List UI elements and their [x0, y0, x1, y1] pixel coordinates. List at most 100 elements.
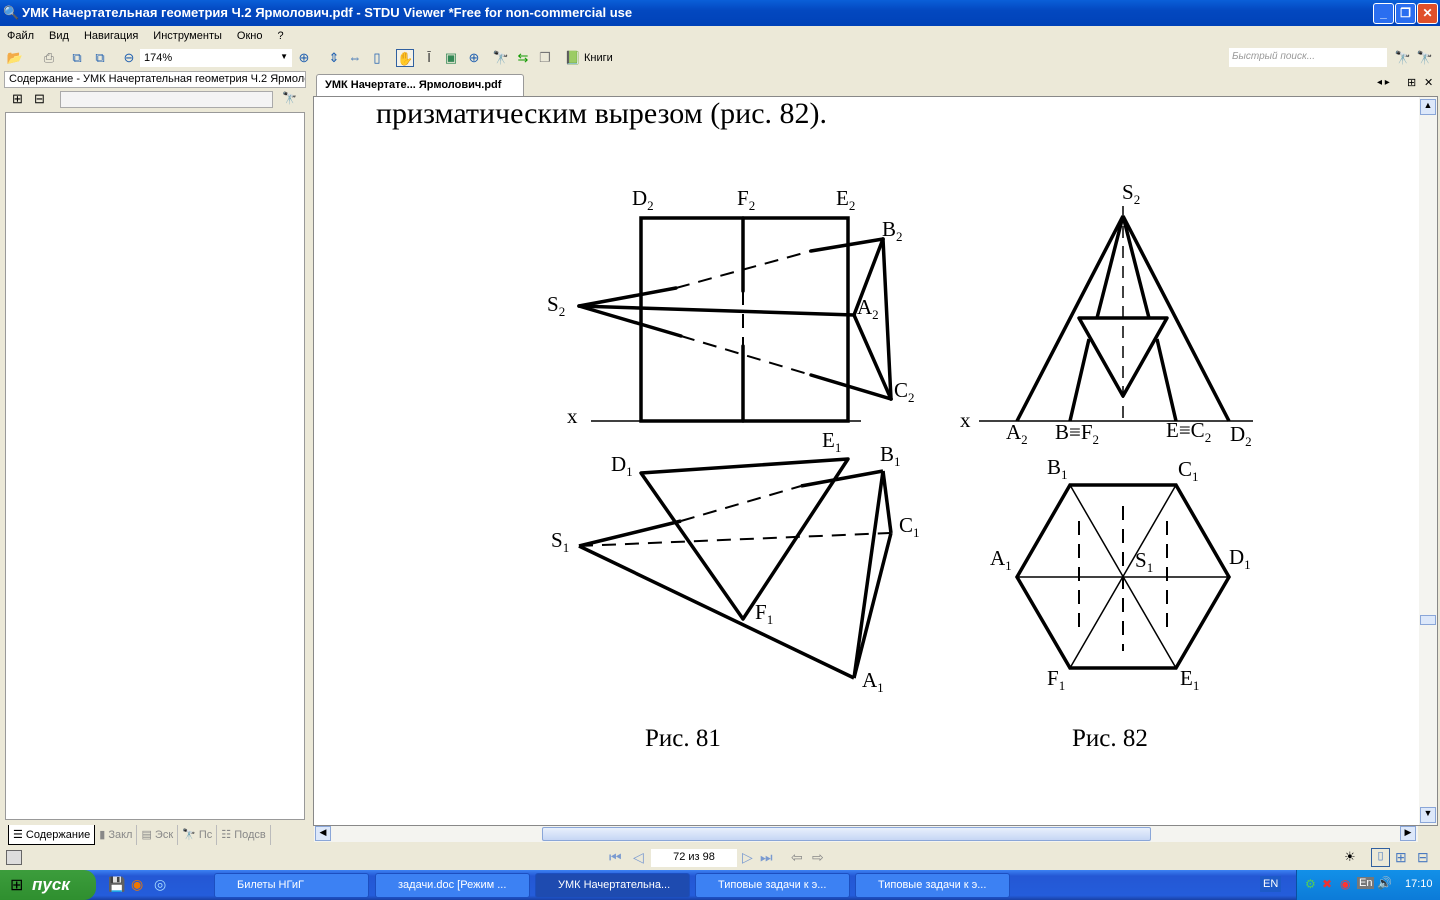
- zoom-out-icon[interactable]: ⊖: [120, 49, 138, 67]
- find-icon[interactable]: 🔭: [492, 49, 510, 67]
- document-tab[interactable]: УМК Начертате... Ярмолович.pdf: [316, 74, 524, 96]
- menu-tools[interactable]: Инструменты: [146, 26, 230, 42]
- first-page-icon[interactable]: ⏮: [609, 849, 622, 866]
- label-B1-82: B1: [1047, 455, 1068, 483]
- page-number-input[interactable]: 72 из 98: [651, 849, 737, 867]
- continuous-icon[interactable]: ⊟: [1417, 849, 1429, 866]
- two-page-icon[interactable]: ⊞: [1395, 849, 1407, 866]
- label-sub: 2: [1021, 432, 1028, 448]
- brightness-icon[interactable]: ☀: [1344, 849, 1356, 865]
- menu-view[interactable]: Вид: [42, 26, 77, 42]
- search-icon[interactable]: 🔭: [1394, 49, 1412, 67]
- label-text: B: [1047, 455, 1062, 479]
- zoom-select[interactable]: 174% ▼: [140, 49, 292, 67]
- label-text: C: [894, 378, 909, 402]
- taskbar-item-word-2[interactable]: Типовые задачи к э...: [695, 873, 850, 898]
- tab-search[interactable]: 🔭 Пс: [178, 825, 218, 845]
- tab-thumbnails[interactable]: ▤ Эск: [137, 825, 179, 845]
- tab-list-icon[interactable]: ⊞: [1407, 76, 1416, 89]
- label-sub: 1: [913, 525, 920, 541]
- volume-icon[interactable]: 🔊: [1377, 876, 1392, 890]
- label-text: D: [1229, 545, 1245, 569]
- tab-close-icon[interactable]: ✕: [1424, 76, 1433, 89]
- label-E2C2: E≡C2: [1166, 418, 1211, 446]
- label-sub: 2: [1133, 192, 1141, 208]
- scroll-left-icon[interactable]: ◀: [315, 826, 331, 841]
- network-icon[interactable]: ⚙: [1305, 877, 1316, 891]
- clock: 17:10: [1405, 878, 1433, 890]
- tab-highlights[interactable]: ☷ Подсв: [217, 825, 271, 845]
- expand-icon[interactable]: ⊞: [12, 91, 23, 107]
- antivirus-icon[interactable]: ◉: [1340, 877, 1350, 891]
- label-E1: E1: [822, 428, 841, 456]
- toggle-panel-icon[interactable]: [6, 850, 22, 865]
- books-button[interactable]: Книги: [584, 52, 613, 64]
- save-quicklaunch-icon[interactable]: 💾: [108, 876, 125, 893]
- label-A1-82: A1: [990, 546, 1012, 574]
- text-select-icon[interactable]: Ī: [420, 49, 438, 67]
- taskbar-item-folder[interactable]: Билеты НГиГ: [214, 873, 369, 898]
- horizontal-scroll-thumb[interactable]: [542, 827, 1151, 841]
- maximize-button[interactable]: ❐: [1395, 3, 1416, 24]
- taskbar-item-stdu[interactable]: УМК Начертательна...: [535, 873, 690, 898]
- figure-81-caption: Рис. 81: [645, 725, 721, 752]
- forward-icon[interactable]: ⇨: [812, 849, 824, 866]
- swap-icon[interactable]: ⇆: [514, 49, 532, 67]
- back-icon[interactable]: ⇦: [791, 849, 803, 866]
- scroll-thumb[interactable]: [1420, 615, 1436, 625]
- label-E2: E2: [836, 186, 855, 214]
- label-text: B: [882, 217, 897, 241]
- scroll-right-icon[interactable]: ▶: [1400, 826, 1416, 841]
- label-F1: F1: [755, 600, 773, 628]
- vertical-scrollbar[interactable]: ▲ ▼: [1419, 97, 1437, 825]
- search-options-icon[interactable]: 🔭: [1416, 49, 1434, 67]
- menu-window[interactable]: Окно: [230, 26, 271, 42]
- copy-icon[interactable]: ❐: [536, 49, 554, 67]
- last-page-icon[interactable]: ⏭: [760, 849, 773, 866]
- scroll-down-icon[interactable]: ▼: [1420, 807, 1436, 823]
- print-icon[interactable]: ⎙: [40, 49, 58, 67]
- scroll-up-icon[interactable]: ▲: [1420, 99, 1436, 115]
- chevron-down-icon: ▼: [280, 52, 288, 61]
- network-disconnected-icon[interactable]: ✖: [1322, 877, 1332, 891]
- tab-contents[interactable]: ☰ Содержание: [8, 825, 96, 845]
- next-doc-icon[interactable]: ⧉: [91, 49, 109, 67]
- close-button[interactable]: ✕: [1417, 3, 1438, 24]
- quick-search-input[interactable]: Быстрый поиск...: [1229, 48, 1387, 67]
- language-indicator[interactable]: EN: [1260, 876, 1282, 892]
- tab-prev-icon[interactable]: ◂ ▸: [1377, 77, 1390, 88]
- next-page-icon[interactable]: ▷: [742, 849, 753, 866]
- left-panel-tabs: ☰ Содержание ▮ Закл ▤ Эск 🔭 Пс ☷ Подсв: [8, 825, 304, 847]
- fit-width-icon[interactable]: ⇔: [346, 49, 364, 67]
- tray-language[interactable]: En: [1357, 877, 1375, 889]
- menu-help[interactable]: ?: [270, 26, 291, 42]
- zoom-in-icon[interactable]: ⊕: [295, 49, 313, 67]
- find-icon[interactable]: 🔭: [282, 91, 297, 105]
- single-page-icon[interactable]: ▯: [1371, 848, 1390, 867]
- prev-doc-icon[interactable]: ⧉: [68, 49, 86, 67]
- minimize-button[interactable]: _: [1373, 3, 1394, 24]
- media-icon[interactable]: ◎: [154, 876, 166, 893]
- label-sub: 2: [647, 198, 654, 214]
- menu-file[interactable]: Файл: [0, 26, 42, 42]
- tab-bookmarks[interactable]: ▮ Закл: [95, 825, 138, 845]
- tab-label: Закл: [108, 829, 133, 841]
- taskbar-item-word-1[interactable]: задачи.doc [Режим ...: [375, 873, 530, 898]
- hand-tool-icon[interactable]: ✋: [396, 49, 414, 67]
- open-folder-icon[interactable]: 📂: [6, 49, 24, 67]
- fit-height-icon[interactable]: ▯: [368, 49, 386, 67]
- image-select-icon[interactable]: ▣: [442, 49, 460, 67]
- label-x-82: x: [960, 408, 971, 432]
- left-panel-title: Содержание - УМК Начертательная геометри…: [4, 71, 306, 88]
- taskbar-item-word-3[interactable]: Типовые задачи к э...: [855, 873, 1010, 898]
- document-view[interactable]: призматическим вырезом (рис. 82).: [313, 96, 1438, 826]
- contents-tree[interactable]: [5, 112, 305, 820]
- firefox-icon[interactable]: ◉: [131, 876, 143, 893]
- collapse-icon[interactable]: ⊟: [34, 91, 45, 107]
- contents-search-input[interactable]: [60, 91, 273, 108]
- prev-page-icon[interactable]: ◁: [633, 849, 644, 866]
- fit-page-icon[interactable]: ⇕: [325, 49, 343, 67]
- menu-navigation[interactable]: Навигация: [77, 26, 146, 42]
- zoom-area-icon[interactable]: ⊕: [465, 49, 483, 67]
- label-text: F: [737, 186, 749, 210]
